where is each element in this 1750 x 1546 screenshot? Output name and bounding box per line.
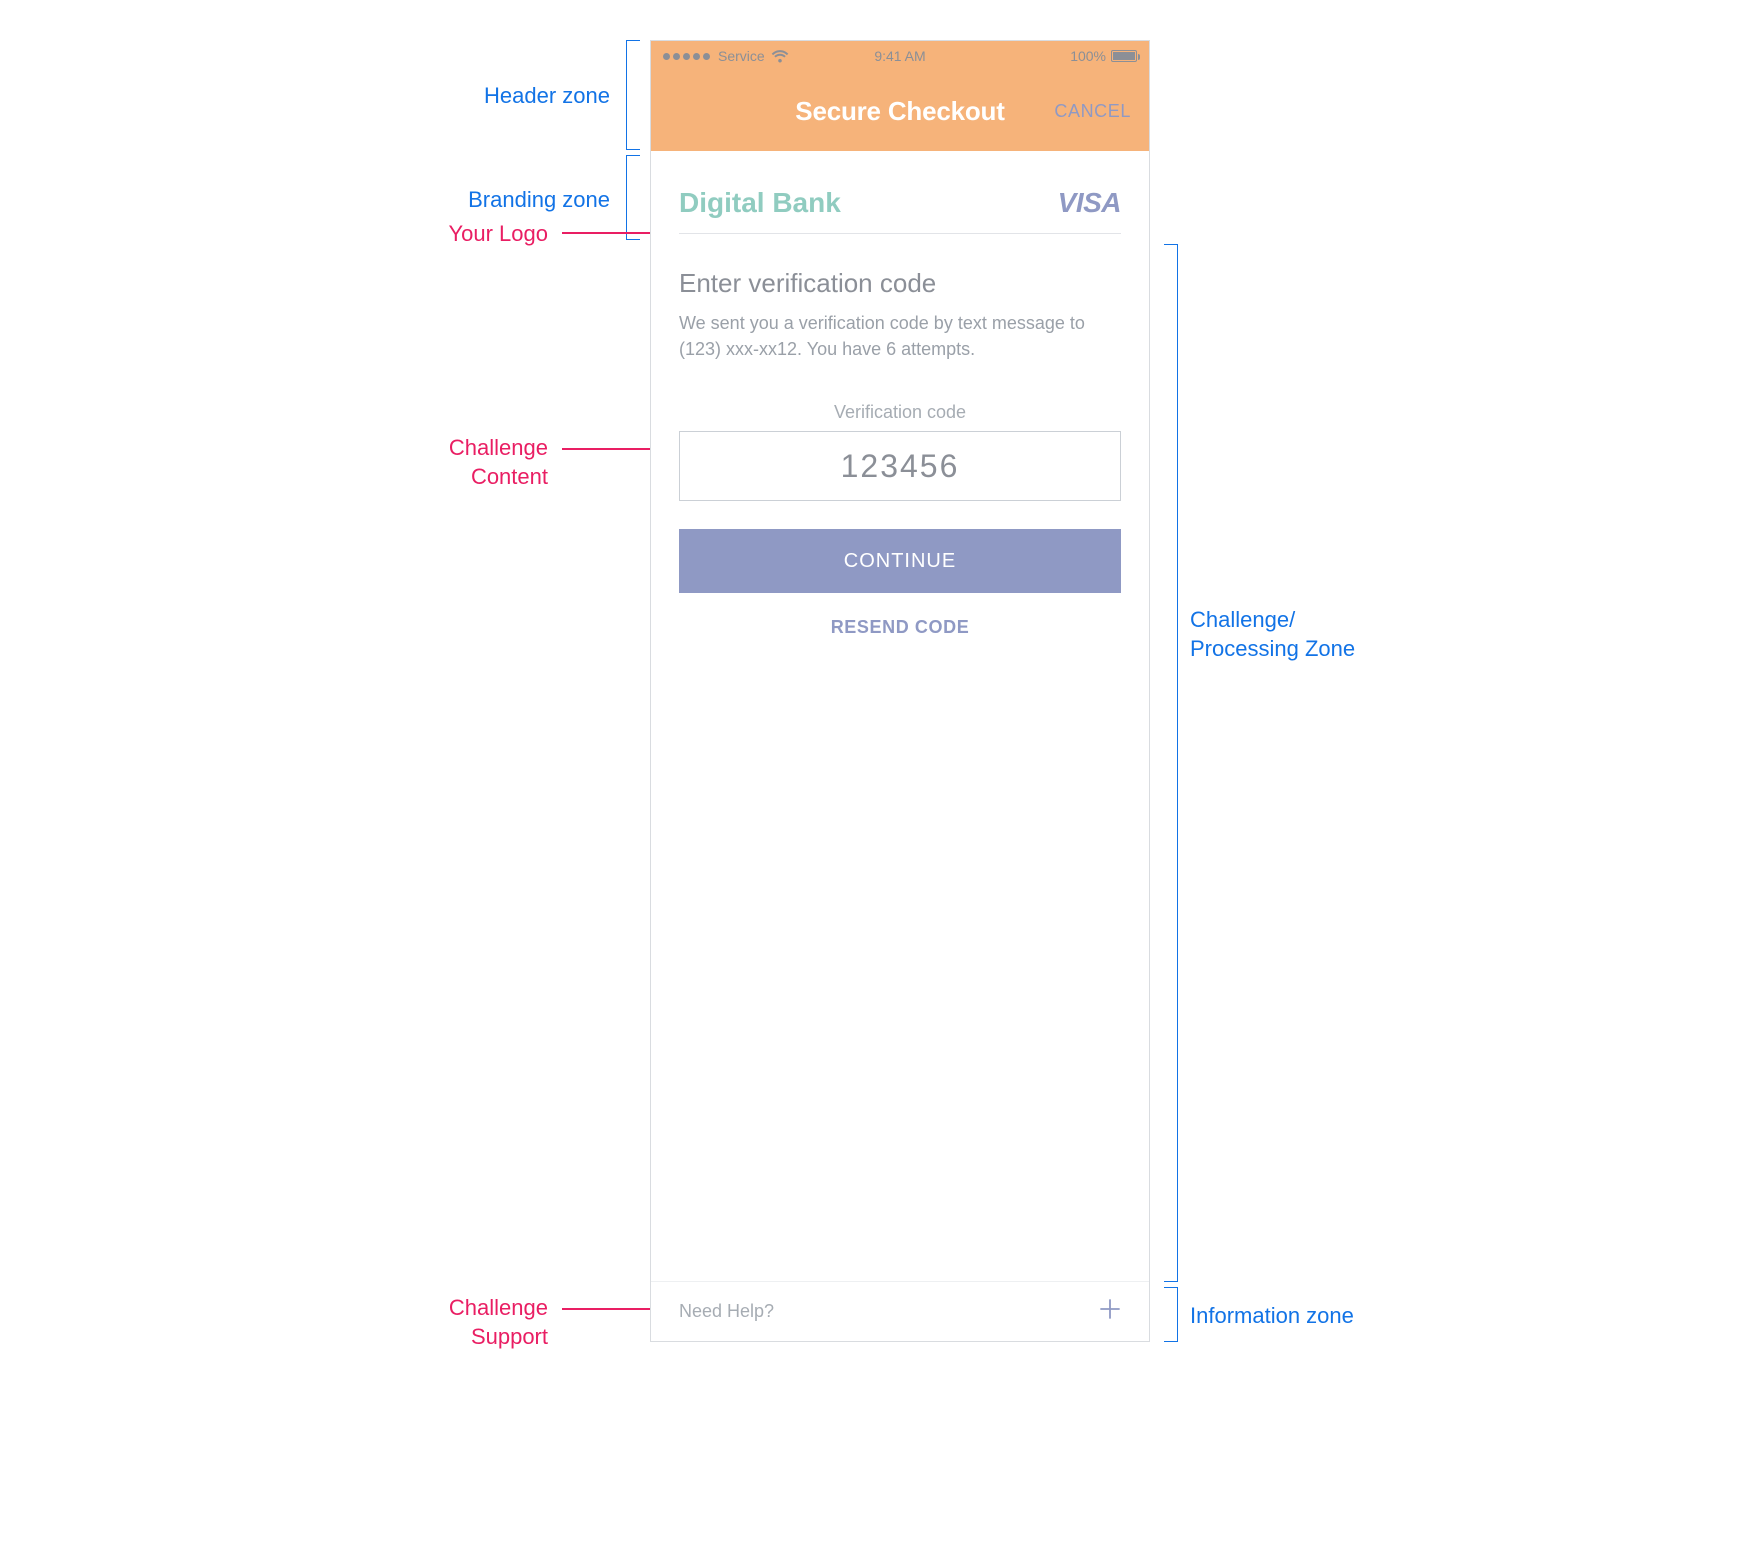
- battery-icon: [1111, 50, 1137, 62]
- annotation-challenge-zone-line1: Challenge/: [1190, 607, 1295, 632]
- cancel-button[interactable]: CANCEL: [1005, 101, 1131, 122]
- annotation-your-logo: Your Logo: [290, 220, 548, 249]
- status-time: 9:41 AM: [874, 48, 925, 64]
- annotation-challenge-zone-line2: Processing Zone: [1190, 636, 1355, 661]
- battery-percent: 100%: [1070, 48, 1106, 64]
- continue-button[interactable]: CONTINUE: [679, 529, 1121, 593]
- page-title: Secure Checkout: [795, 96, 1004, 127]
- annotation-information-zone: Information zone: [1190, 1302, 1450, 1331]
- payment-network-logo: VISA: [1058, 187, 1121, 219]
- annotation-branding-zone: Branding zone: [290, 186, 610, 215]
- expand-help-icon[interactable]: [1099, 1298, 1121, 1325]
- information-zone-bracket: [1164, 1287, 1178, 1342]
- resend-code-button[interactable]: RESEND CODE: [679, 617, 1121, 638]
- challenge-heading: Enter verification code: [679, 268, 1121, 299]
- verification-code-input[interactable]: [680, 448, 1120, 485]
- wifi-icon: [771, 49, 789, 63]
- branding-zone-bracket: [626, 155, 640, 240]
- challenge-description: We sent you a verification code by text …: [679, 311, 1121, 362]
- annotation-challenge-content-line2: Content: [471, 464, 548, 489]
- issuer-logo: Digital Bank: [679, 187, 841, 219]
- phone-mockup: Service 9:41 AM 100% Secure Checkout CAN…: [650, 40, 1150, 1342]
- annotation-challenge-support-line1: Challenge: [449, 1295, 548, 1320]
- code-input-label: Verification code: [679, 402, 1121, 423]
- header-zone-bracket: [626, 40, 640, 150]
- nav-bar: Secure Checkout CANCEL: [651, 71, 1149, 151]
- challenge-zone-bracket: [1164, 244, 1178, 1282]
- status-bar: Service 9:41 AM 100%: [651, 41, 1149, 71]
- annotation-header-zone: Header zone: [290, 82, 610, 111]
- carrier-name: Service: [718, 48, 765, 64]
- help-link[interactable]: Need Help?: [679, 1301, 774, 1322]
- annotation-challenge-support-line2: Support: [471, 1324, 548, 1349]
- annotation-challenge-content-line1: Challenge: [449, 435, 548, 460]
- signal-dots-icon: [663, 53, 710, 60]
